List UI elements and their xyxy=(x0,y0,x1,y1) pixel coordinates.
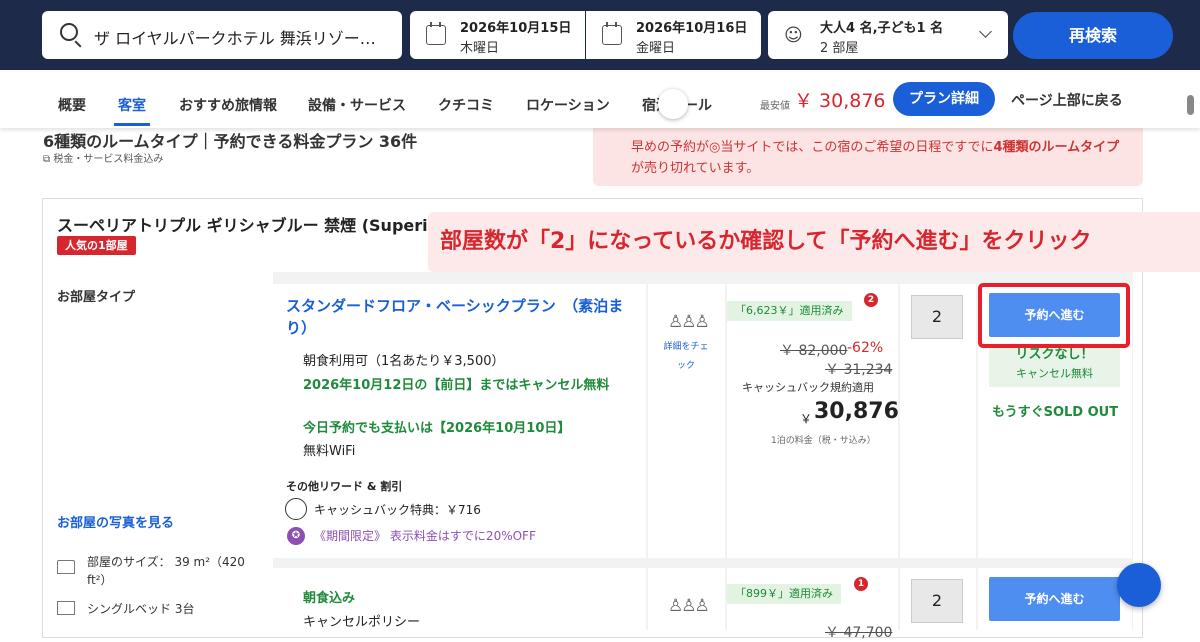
plan1-coupon-badge: 「6,623￥」適用済み xyxy=(727,301,852,321)
plan2-cancel-policy: キャンセルポリシー xyxy=(303,615,421,630)
checkout-date: 2026年10月16日 xyxy=(636,21,748,36)
checkin-day: 木曜日 xyxy=(460,41,500,56)
search-bar: ザ ロイヤルパークホテル 舞浜リゾー… 2026年10月15日 木曜日 2026… xyxy=(0,0,1200,70)
plan1-soldout-notice: もうすぐSOLD OUT xyxy=(992,405,1119,420)
rooms-count: 2 部屋 xyxy=(820,41,859,56)
limited-offer-icon: ✪ xyxy=(287,527,305,545)
plan-detail-button[interactable]: プラン詳細 xyxy=(893,82,995,116)
plan1-breakfast: 朝食利用可（1名あたり￥3,500） xyxy=(303,354,505,369)
checkin-date-field[interactable]: 2026年10月15日 木曜日 xyxy=(410,11,585,59)
bed-info: シングルベッド 3台 xyxy=(87,602,195,616)
plan1-detail-link[interactable]: 詳細をチェック xyxy=(662,338,710,376)
calendar-checkin-icon xyxy=(426,22,446,45)
checkout-day: 金曜日 xyxy=(636,41,676,56)
lowest-price-label: 最安値 xyxy=(760,101,790,112)
plan1-coupon-price: ￥ 31,234 xyxy=(825,362,893,378)
room-size: 部屋のサイズ： 39 m²（420 ft²） xyxy=(87,555,245,587)
plan1-risk-free: リスクなし！ キャンセル無料 xyxy=(989,345,1120,387)
tab-reviews[interactable]: クチコミ xyxy=(438,95,494,115)
limited-offer: 《期間限定》 表示料金はすでに20%OFF xyxy=(314,529,536,543)
guests-count: 大人4 名,子ども1 名 xyxy=(820,21,944,36)
lowest-price: ￥ 30,876 xyxy=(794,90,886,112)
plan1-name[interactable]: スタンダードフロア・ベーシックプラン （素泊まり） xyxy=(286,295,626,339)
room-plan-count: 6種類のルームタイプ｜予約できる料金プラン 36件 xyxy=(43,132,418,151)
guests-field[interactable]: ☺ 大人4 名,子ども1 名 2 部屋 xyxy=(768,11,1008,59)
reserve-highlight-box xyxy=(978,283,1130,348)
room-size-icon xyxy=(57,560,75,574)
checkout-date-field[interactable]: 2026年10月16日 金曜日 xyxy=(586,11,761,59)
people-icon: ☺ xyxy=(784,25,803,46)
plan2-coupon-count: 1 xyxy=(854,577,868,591)
alert-prefix: 早めの予約が◎当サイトでは、この宿のご希望の日程ですでに xyxy=(631,140,994,155)
tab-overview[interactable]: 概要 xyxy=(58,95,86,115)
cursor-circle xyxy=(658,89,688,119)
bed-icon xyxy=(57,601,75,615)
chevron-down-icon xyxy=(979,25,992,38)
plan1-price: 30,876 xyxy=(814,399,899,424)
plan2-title: 朝食込み xyxy=(303,591,356,606)
tab-rooms[interactable]: 客室 xyxy=(114,95,150,126)
plan1-cashback-rule: キャッシュバック規約適用 xyxy=(742,381,874,394)
popular-badge: 人気の1部屋 xyxy=(57,236,136,255)
cashback-radio[interactable] xyxy=(285,498,307,520)
scrollbar-thumb[interactable] xyxy=(1187,95,1194,115)
rewards-title: その他リワード & 割引 xyxy=(286,480,403,493)
research-button[interactable]: 再検索 xyxy=(1013,12,1173,59)
tab-location[interactable]: ロケーション xyxy=(526,95,610,115)
checkin-date: 2026年10月15日 xyxy=(460,21,572,36)
plan1-discount: -62% xyxy=(847,340,884,356)
alert-suffix: が売り切れています。 xyxy=(631,161,760,176)
calendar-checkout-icon xyxy=(602,22,622,45)
search-icon xyxy=(60,23,78,41)
plan1-coupon-count: 2 xyxy=(864,293,878,307)
alert-bold: 4種類のルームタイプ xyxy=(993,140,1120,155)
tab-travel-info[interactable]: おすすめ旅情報 xyxy=(179,95,277,115)
room-title: スーペリアトリプル ギリシャブルー 禁煙 (Superior xyxy=(57,216,447,235)
room-photos-link[interactable]: お部屋の写真を見る xyxy=(57,512,174,531)
room-type-label: お部屋タイプ xyxy=(57,290,136,305)
plan1-original-price: ￥ 82,000 xyxy=(780,343,848,359)
hotel-search-input[interactable]: ザ ロイヤルパークホテル 舞浜リゾー… xyxy=(42,11,402,59)
risk-free-sub: キャンセル無料 xyxy=(1016,367,1093,380)
risk-free-main: リスクなし！ xyxy=(1015,347,1094,362)
plan1-room-quantity[interactable]: 2 xyxy=(911,295,963,339)
plan1-per-night: 1泊の料金（税・サ込み） xyxy=(771,436,876,446)
plan2-coupon-badge: 「899￥」適用済み xyxy=(727,584,841,604)
plan1-cancel-policy: 2026年10月12日の【前日】まではキャンセル無料 xyxy=(303,378,610,393)
plan1-currency: ￥ xyxy=(800,412,813,426)
plan2-guests-icon: ♙♙♙ xyxy=(668,596,710,616)
plan2-reserve-button[interactable]: 予約へ進む xyxy=(989,577,1120,621)
plan2-room-quantity[interactable]: 2 xyxy=(911,579,963,623)
plan1-payment: 今日予約でも支払いは【2026年10月10日】 xyxy=(303,421,571,436)
soldout-alert: 早めの予約が◎当サイトでは、この宿のご希望の日程ですでに4種類のルームタイプが売… xyxy=(593,128,1143,186)
section-nav: 概要 客室 おすすめ旅情報 設備・サービス クチコミ ロケーション 宿泊ルール … xyxy=(0,70,1200,128)
tab-facilities[interactable]: 設備・サービス xyxy=(308,95,406,115)
guests-capacity-icon: ♙♙♙ xyxy=(668,312,710,332)
tax-note-text: 税金・サービス料金込み xyxy=(53,154,164,165)
tax-note: ⧉ 税金・サービス料金込み xyxy=(43,154,164,165)
back-to-top-link[interactable]: ページ上部に戻る xyxy=(1011,90,1123,110)
hotel-search-value: ザ ロイヤルパークホテル 舞浜リゾー… xyxy=(94,29,376,48)
annotation-banner: 部屋数が「2」になっているか確認して「予約へ進む」をクリック xyxy=(428,212,1200,272)
plan1-wifi: 無料WiFi xyxy=(303,444,356,459)
chat-fab-button[interactable] xyxy=(1117,563,1161,607)
plan2-original-price: ￥ 47,700 xyxy=(825,625,893,641)
cashback-benefit: キャッシュバック特典：￥716 xyxy=(314,503,481,517)
